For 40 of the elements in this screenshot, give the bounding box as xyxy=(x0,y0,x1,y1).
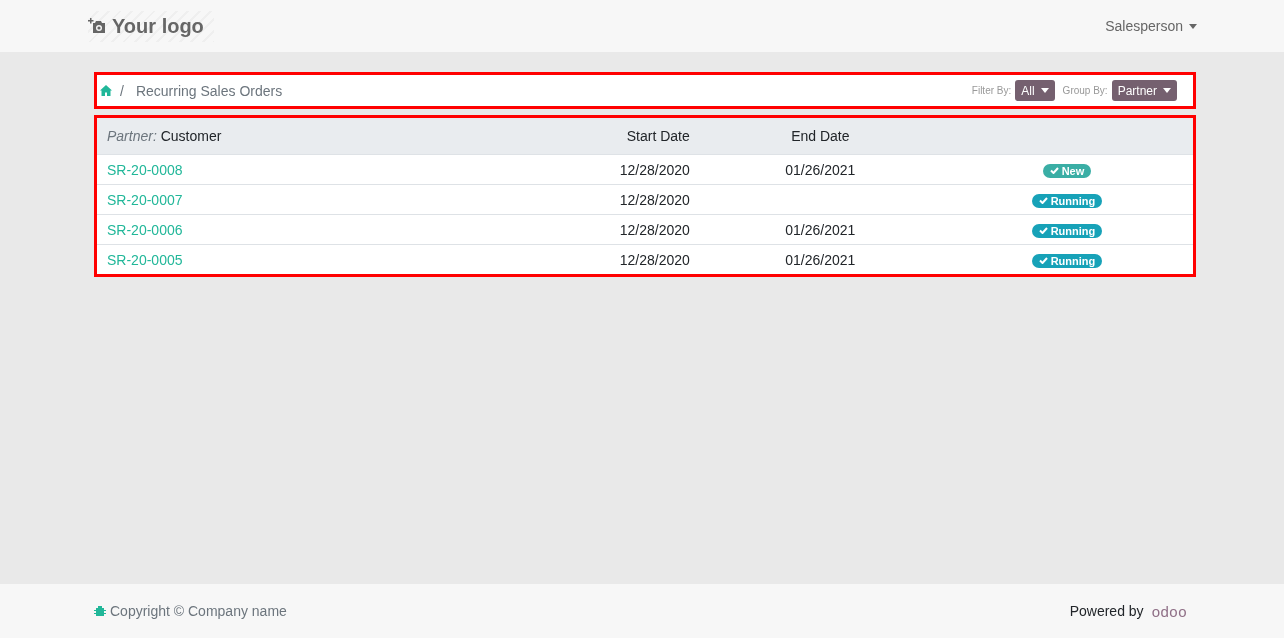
check-icon xyxy=(1038,197,1048,205)
table-cell: 12/28/2020 xyxy=(568,244,700,274)
table-cell: 12/28/2020 xyxy=(568,154,700,185)
copyright-text: Copyright © Company name xyxy=(110,603,287,619)
group-label: Partner: xyxy=(107,128,157,144)
caret-icon xyxy=(1189,23,1197,29)
filter-label: Group By: xyxy=(1062,85,1108,96)
caret-icon xyxy=(1040,88,1049,93)
logo[interactable]: Your logo xyxy=(88,10,214,42)
table-cell: 01/26/2021 xyxy=(699,154,941,185)
caret-icon xyxy=(1163,88,1171,93)
status-tag: New xyxy=(1042,163,1092,178)
check-icon xyxy=(1038,227,1048,235)
order-link[interactable]: SR-20-0008 xyxy=(97,154,569,185)
filter-dropdown[interactable]: All xyxy=(1015,80,1055,101)
order-link[interactable]: SR-20-0006 xyxy=(97,214,569,245)
table-cell: 01/26/2021 xyxy=(699,214,941,245)
home-icon[interactable] xyxy=(100,85,112,96)
table-cell: 12/28/2020 xyxy=(568,184,700,215)
status-tag: Running xyxy=(1031,223,1103,238)
filter-label: Filter By: xyxy=(971,85,1012,96)
table-cell: 12/28/2020 xyxy=(568,214,700,245)
check-icon xyxy=(1049,167,1059,175)
check-icon xyxy=(1038,257,1048,265)
order-link[interactable]: SR-20-0005 xyxy=(97,244,569,274)
breadcrumb-item: Recurring Sales Orders xyxy=(135,82,283,99)
user-menu[interactable]: Salesperson xyxy=(1105,18,1197,34)
order-link[interactable]: SR-20-0007 xyxy=(97,184,569,215)
brand-logo[interactable]: odoo xyxy=(1151,602,1187,620)
column-header: Customer xyxy=(160,128,222,144)
column-header: End Date xyxy=(699,118,941,155)
status-tag: Running xyxy=(1031,253,1103,268)
camera-icon xyxy=(88,18,106,34)
table-cell: 01/26/2021 xyxy=(699,244,941,274)
bug-icon xyxy=(94,605,106,617)
breadcrumb-separator: / xyxy=(120,82,124,99)
powered-by-text: Powered by xyxy=(1069,603,1144,619)
column-header: Start Date xyxy=(568,118,700,155)
filter-dropdown[interactable]: Partner xyxy=(1111,80,1177,101)
status-tag: Running xyxy=(1031,193,1103,208)
